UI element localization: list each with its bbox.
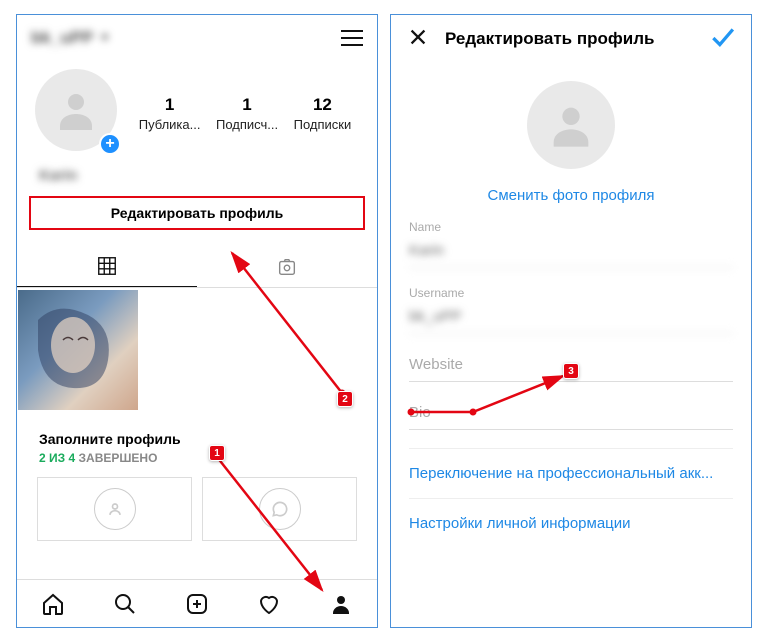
profile-header: bk_uPP ▼ xyxy=(17,15,377,61)
edit-title: Редактировать профиль xyxy=(445,29,693,49)
nav-home[interactable] xyxy=(17,580,89,627)
avatar-section: Сменить фото профиля xyxy=(391,63,751,220)
nav-profile[interactable] xyxy=(305,580,377,627)
field-label: Username xyxy=(409,286,733,300)
complete-subtitle: 2 ИЗ 4 ЗАВЕРШЕНО xyxy=(39,451,355,465)
stats-row: 1 Публика... 1 Подписч... 12 Подписки xyxy=(123,69,359,157)
stat-following[interactable]: 12 Подписки xyxy=(294,95,352,132)
annotation-marker-1: 1 xyxy=(209,445,225,461)
stat-count: 1 xyxy=(216,95,278,115)
switch-pro-link[interactable]: Переключение на профессиональный акк... xyxy=(409,448,733,498)
person-icon xyxy=(329,592,353,616)
person-icon xyxy=(545,99,597,151)
check-icon xyxy=(709,24,735,50)
field-placeholder: Bio xyxy=(409,400,733,430)
field-value: Karin xyxy=(409,238,733,268)
avatar-wrapper[interactable]: + xyxy=(35,69,123,157)
complete-profile-box: Заполните профиль 2 ИЗ 4 ЗАВЕРШЕНО xyxy=(17,415,377,469)
stat-followers[interactable]: 1 Подписч... xyxy=(216,95,278,132)
avatar-placeholder[interactable] xyxy=(527,81,615,169)
username-switcher[interactable]: bk_uPP ▼ xyxy=(31,28,110,48)
field-username[interactable]: Username bk_uPP xyxy=(391,286,751,334)
chat-circle-icon xyxy=(259,488,301,530)
chevron-down-icon: ▼ xyxy=(99,32,110,44)
suggestion-card[interactable] xyxy=(37,477,192,541)
stat-posts[interactable]: 1 Публика... xyxy=(139,95,201,132)
display-name: Karin xyxy=(17,161,377,196)
nav-search[interactable] xyxy=(89,580,161,627)
nav-activity[interactable] xyxy=(233,580,305,627)
change-photo-link[interactable]: Сменить фото профиля xyxy=(488,187,655,204)
edit-header: Редактировать профиль xyxy=(391,15,751,63)
annotation-marker-3: 3 xyxy=(563,363,579,379)
home-icon xyxy=(41,592,65,616)
close-icon xyxy=(407,26,429,48)
settings-links: Переключение на профессиональный акк... … xyxy=(391,448,751,548)
complete-title: Заполните профиль xyxy=(39,431,355,447)
plus-square-icon xyxy=(185,592,209,616)
close-button[interactable] xyxy=(407,26,429,53)
bottom-nav xyxy=(17,579,377,627)
profile-screen: bk_uPP ▼ + 1 Публика... 1 Подписч... 12 … xyxy=(16,14,378,628)
post-thumbnail[interactable] xyxy=(18,290,138,410)
heart-icon xyxy=(257,592,281,616)
suggestion-cards xyxy=(17,469,377,541)
field-label: Name xyxy=(409,220,733,234)
nav-create[interactable] xyxy=(161,580,233,627)
stat-label: Подписки xyxy=(294,117,352,132)
stat-count: 12 xyxy=(294,95,352,115)
add-story-icon[interactable]: + xyxy=(99,133,121,155)
tagged-icon xyxy=(276,256,298,278)
personal-info-link[interactable]: Настройки личной информации xyxy=(409,498,733,548)
stat-count: 1 xyxy=(139,95,201,115)
person-icon xyxy=(52,86,100,134)
suggestion-card[interactable] xyxy=(202,477,357,541)
profile-tabs xyxy=(17,246,377,288)
grid-icon xyxy=(96,255,118,277)
complete-done: ЗАВЕРШЕНО xyxy=(79,451,158,465)
confirm-button[interactable] xyxy=(709,24,735,55)
annotation-marker-2: 2 xyxy=(337,391,353,407)
edit-profile-button[interactable]: Редактировать профиль xyxy=(29,196,365,230)
grid-tab[interactable] xyxy=(17,246,197,287)
edit-profile-screen: Редактировать профиль Сменить фото профи… xyxy=(390,14,752,628)
field-name[interactable]: Name Karin xyxy=(391,220,751,268)
person-circle-icon xyxy=(94,488,136,530)
tagged-tab[interactable] xyxy=(197,246,377,287)
field-value: bk_uPP xyxy=(409,304,733,334)
complete-progress: 2 ИЗ 4 xyxy=(39,451,75,465)
search-icon xyxy=(113,592,137,616)
stat-label: Публика... xyxy=(139,117,201,132)
field-bio[interactable]: Bio xyxy=(391,400,751,430)
stat-label: Подписч... xyxy=(216,117,278,132)
profile-summary-row: + 1 Публика... 1 Подписч... 12 Подписки xyxy=(17,61,377,161)
username-text: bk_uPP xyxy=(31,28,93,48)
edit-profile-label: Редактировать профиль xyxy=(111,205,284,221)
menu-icon[interactable] xyxy=(341,30,363,46)
